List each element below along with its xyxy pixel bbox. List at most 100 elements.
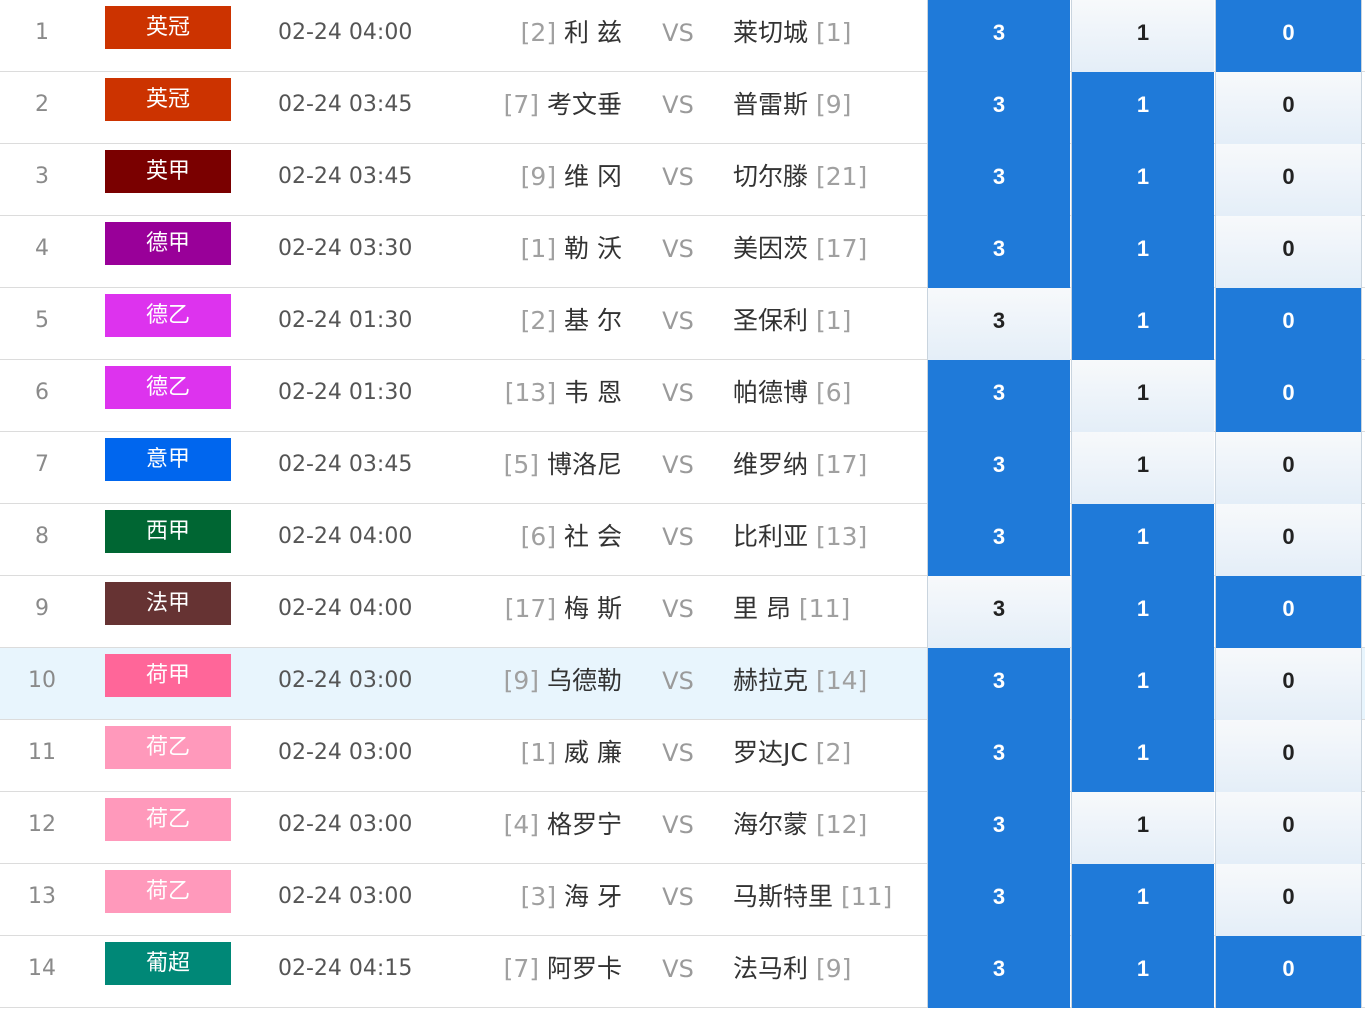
option-away-win[interactable]: 0 bbox=[1215, 0, 1362, 72]
option-away-win[interactable]: 0 bbox=[1215, 936, 1362, 1008]
option-home-win[interactable]: 3 bbox=[927, 504, 1070, 576]
home-team-name: 考文垂 bbox=[546, 90, 622, 119]
away-team-rank: [2] bbox=[815, 738, 852, 767]
away-team-rank: [9] bbox=[815, 90, 852, 119]
league-badge[interactable]: 英冠 bbox=[105, 6, 231, 49]
match-row: 1 英冠 02-24 04:00 [2] 利 兹 VS 莱切城 [1] 3 1 0 bbox=[0, 0, 1365, 72]
away-team: 圣保利 [1] bbox=[733, 288, 851, 359]
league-badge[interactable]: 荷甲 bbox=[105, 654, 231, 697]
option-away-win[interactable]: 0 bbox=[1215, 576, 1362, 648]
option-home-win[interactable]: 3 bbox=[927, 792, 1070, 864]
option-draw[interactable]: 1 bbox=[1071, 72, 1214, 144]
home-team-rank: [2] bbox=[520, 18, 557, 47]
home-team-name: 梅 斯 bbox=[564, 594, 622, 623]
option-home-win[interactable]: 3 bbox=[927, 360, 1070, 432]
home-team: [13] 韦 恩 bbox=[505, 360, 622, 431]
away-team: 赫拉克 [14] bbox=[733, 648, 867, 719]
option-home-win[interactable]: 3 bbox=[927, 216, 1070, 288]
match-row: 14 葡超 02-24 04:15 [7] 阿罗卡 VS 法马利 [9] 3 1 0 bbox=[0, 936, 1365, 1008]
match-time: 02-24 03:45 bbox=[278, 92, 413, 117]
option-away-win[interactable]: 0 bbox=[1215, 792, 1362, 864]
league-badge[interactable]: 葡超 bbox=[105, 942, 231, 985]
option-draw[interactable]: 1 bbox=[1071, 720, 1214, 792]
league-badge[interactable]: 荷乙 bbox=[105, 726, 231, 769]
match-row: 6 德乙 02-24 01:30 [13] 韦 恩 VS 帕德博 [6] 3 1 0 bbox=[0, 360, 1365, 432]
option-draw[interactable]: 1 bbox=[1071, 504, 1214, 576]
match-index: 10 bbox=[28, 668, 56, 693]
vs-label: VS bbox=[662, 19, 694, 47]
vs-label: VS bbox=[662, 91, 694, 119]
home-team: [2] 基 尔 bbox=[521, 288, 622, 359]
option-away-win[interactable]: 0 bbox=[1215, 288, 1362, 360]
away-team-name: 比利亚 bbox=[733, 522, 809, 551]
option-away-win[interactable]: 0 bbox=[1215, 720, 1362, 792]
away-team: 莱切城 [1] bbox=[733, 0, 851, 71]
option-draw[interactable]: 1 bbox=[1071, 432, 1214, 504]
option-draw[interactable]: 1 bbox=[1071, 576, 1214, 648]
match-time: 02-24 04:00 bbox=[278, 20, 413, 45]
away-team-rank: [17] bbox=[815, 450, 868, 479]
option-draw[interactable]: 1 bbox=[1071, 648, 1214, 720]
match-time: 02-24 03:30 bbox=[278, 236, 413, 261]
option-draw[interactable]: 1 bbox=[1071, 288, 1214, 360]
away-team: 普雷斯 [9] bbox=[733, 72, 851, 143]
option-home-win[interactable]: 3 bbox=[927, 864, 1070, 936]
league-badge[interactable]: 意甲 bbox=[105, 438, 231, 481]
option-home-win[interactable]: 3 bbox=[927, 288, 1070, 360]
option-away-win[interactable]: 0 bbox=[1215, 144, 1362, 216]
match-index: 13 bbox=[28, 884, 56, 909]
league-badge[interactable]: 德甲 bbox=[105, 222, 231, 265]
away-team-name: 切尔滕 bbox=[733, 162, 809, 191]
home-team-name: 乌德勒 bbox=[546, 666, 622, 695]
match-row: 10 荷甲 02-24 03:00 [9] 乌德勒 VS 赫拉克 [14] 3 1 0 bbox=[0, 648, 1365, 720]
option-away-win[interactable]: 0 bbox=[1215, 432, 1362, 504]
option-away-win[interactable]: 0 bbox=[1215, 648, 1362, 720]
home-team: [17] 梅 斯 bbox=[505, 576, 622, 647]
league-badge[interactable]: 英甲 bbox=[105, 150, 231, 193]
option-draw[interactable]: 1 bbox=[1071, 0, 1214, 72]
option-away-win[interactable]: 0 bbox=[1215, 360, 1362, 432]
away-team-rank: [9] bbox=[815, 954, 852, 983]
away-team-rank: [1] bbox=[815, 306, 852, 335]
league-badge[interactable]: 荷乙 bbox=[105, 798, 231, 841]
home-team-rank: [17] bbox=[504, 594, 557, 623]
option-away-win[interactable]: 0 bbox=[1215, 216, 1362, 288]
match-index: 12 bbox=[28, 812, 56, 837]
vs-label: VS bbox=[662, 811, 694, 839]
away-team-name: 普雷斯 bbox=[733, 90, 809, 119]
vs-label: VS bbox=[662, 307, 694, 335]
home-team: [6] 社 会 bbox=[521, 504, 622, 575]
option-draw[interactable]: 1 bbox=[1071, 864, 1214, 936]
option-home-win[interactable]: 3 bbox=[927, 720, 1070, 792]
option-home-win[interactable]: 3 bbox=[927, 0, 1070, 72]
league-badge[interactable]: 法甲 bbox=[105, 582, 231, 625]
option-draw[interactable]: 1 bbox=[1071, 144, 1214, 216]
option-home-win[interactable]: 3 bbox=[927, 648, 1070, 720]
option-away-win[interactable]: 0 bbox=[1215, 72, 1362, 144]
match-row: 3 英甲 02-24 03:45 [9] 维 冈 VS 切尔滕 [21] 3 1 0 bbox=[0, 144, 1365, 216]
option-home-win[interactable]: 3 bbox=[927, 936, 1070, 1008]
option-home-win[interactable]: 3 bbox=[927, 72, 1070, 144]
league-badge[interactable]: 英冠 bbox=[105, 78, 231, 121]
league-badge[interactable]: 荷乙 bbox=[105, 870, 231, 913]
match-row: 11 荷乙 02-24 03:00 [1] 威 廉 VS 罗达JC [2] 3 1 0 bbox=[0, 720, 1365, 792]
option-draw[interactable]: 1 bbox=[1071, 216, 1214, 288]
away-team-rank: [6] bbox=[815, 378, 852, 407]
option-home-win[interactable]: 3 bbox=[927, 576, 1070, 648]
option-draw[interactable]: 1 bbox=[1071, 792, 1214, 864]
option-home-win[interactable]: 3 bbox=[927, 144, 1070, 216]
option-away-win[interactable]: 0 bbox=[1215, 504, 1362, 576]
option-draw[interactable]: 1 bbox=[1071, 936, 1214, 1008]
home-team-rank: [1] bbox=[520, 234, 557, 263]
league-badge[interactable]: 德乙 bbox=[105, 294, 231, 337]
league-badge[interactable]: 德乙 bbox=[105, 366, 231, 409]
option-away-win[interactable]: 0 bbox=[1215, 864, 1362, 936]
away-team: 帕德博 [6] bbox=[733, 360, 851, 431]
match-index: 1 bbox=[35, 20, 49, 45]
league-badge[interactable]: 西甲 bbox=[105, 510, 231, 553]
match-row: 5 德乙 02-24 01:30 [2] 基 尔 VS 圣保利 [1] 3 1 0 bbox=[0, 288, 1365, 360]
vs-label: VS bbox=[662, 451, 694, 479]
option-draw[interactable]: 1 bbox=[1071, 360, 1214, 432]
option-home-win[interactable]: 3 bbox=[927, 432, 1070, 504]
home-team-rank: [6] bbox=[520, 522, 557, 551]
